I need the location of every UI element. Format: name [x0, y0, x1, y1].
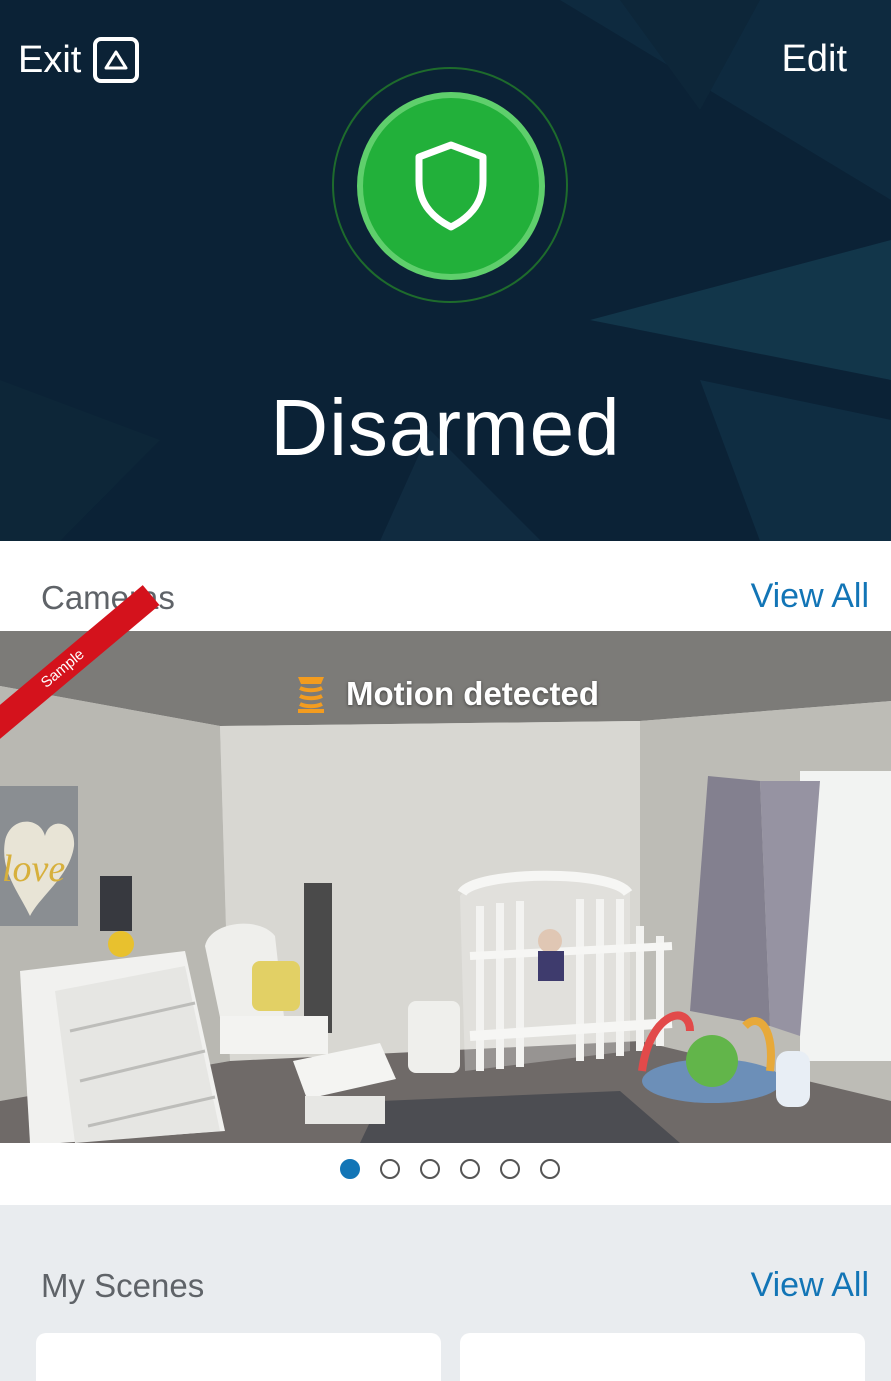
- pager-dots: [340, 1159, 560, 1179]
- cameras-view-all-link[interactable]: View All: [751, 577, 869, 616]
- scenes-title: My Scenes: [41, 1267, 205, 1304]
- pager-dot[interactable]: [420, 1159, 440, 1179]
- security-panel: Exit Edit Disarmed: [0, 0, 891, 541]
- edit-button[interactable]: Edit: [782, 38, 847, 81]
- cameras-title: Cameras: [41, 579, 175, 616]
- arm-toggle-button[interactable]: [357, 92, 545, 280]
- pager-dot[interactable]: [380, 1159, 400, 1179]
- scenes-view-all-link[interactable]: View All: [751, 1266, 869, 1305]
- pager-dot[interactable]: [460, 1159, 480, 1179]
- exit-button[interactable]: Exit: [18, 36, 140, 84]
- pager-dot[interactable]: [500, 1159, 520, 1179]
- scene-card[interactable]: [36, 1333, 441, 1381]
- alarm-triangle-icon: [93, 37, 140, 83]
- security-status: Disarmed: [270, 383, 621, 472]
- motion-text: Motion detected: [346, 675, 599, 712]
- scenes-section: My Scenes View All: [0, 1205, 891, 1381]
- shield-icon: [415, 141, 487, 231]
- svg-text:love: love: [2, 848, 65, 890]
- motion-sensor-icon: [298, 677, 324, 713]
- exit-label: Exit: [18, 38, 82, 81]
- pager-dot[interactable]: [540, 1159, 560, 1179]
- camera-pager: [0, 1143, 891, 1205]
- pager-dot[interactable]: [340, 1159, 360, 1179]
- scene-card[interactable]: [460, 1333, 865, 1381]
- motion-alert: Motion detected: [296, 672, 599, 716]
